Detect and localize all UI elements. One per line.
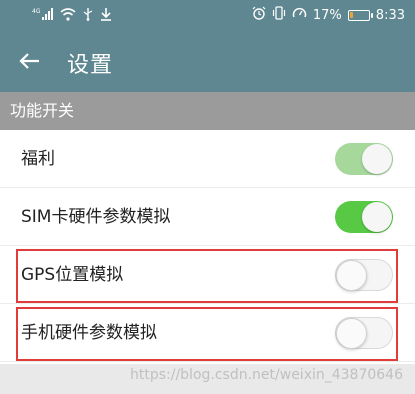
vibrate-icon [272,6,286,24]
toggle-switch[interactable] [335,317,393,349]
page-title: 设置 [67,53,114,78]
toggle-switch[interactable] [335,259,393,291]
back-button[interactable] [18,49,42,73]
signal-4g-icon: 4G [32,6,54,25]
toggle-knob [336,260,367,291]
toggle-knob [362,144,392,174]
toggle-switch[interactable] [335,201,393,233]
wifi-icon [60,6,76,25]
svg-text:4G: 4G [32,8,41,15]
battery-level-fill [349,11,353,18]
download-icon [100,6,112,25]
setting-label: SIM卡硬件参数模拟 [21,207,171,227]
status-time: 8:33 [375,7,405,23]
speed-icon [292,6,307,24]
status-bar-left: 4G [32,6,112,25]
setting-label: GPS位置模拟 [21,265,124,285]
toggle-switch[interactable] [335,143,393,175]
battery-icon [347,9,373,21]
setting-row[interactable]: 手机硬件参数模拟 [0,304,415,362]
toggle-knob [336,318,367,349]
watermark: https://blog.csdn.net/weixin_43870646 [129,367,403,383]
alarm-icon [252,6,266,24]
setting-row[interactable]: GPS位置模拟 [0,246,415,304]
toggle-knob [362,202,392,232]
setting-label: 手机硬件参数模拟 [21,323,157,343]
section-header: 功能开关 [0,92,415,130]
setting-row[interactable]: 福利 [0,130,415,188]
setting-row[interactable]: SIM卡硬件参数模拟 [0,188,415,246]
arrow-left-icon [19,53,39,69]
status-bar: 4G 17% 8:33 [0,0,415,30]
toolbar: 设置 [0,30,415,92]
battery-percent: 17% [312,7,342,23]
status-bar-right: 17% 8:33 [252,6,405,24]
usb-icon [82,6,94,25]
setting-label: 福利 [21,149,55,169]
